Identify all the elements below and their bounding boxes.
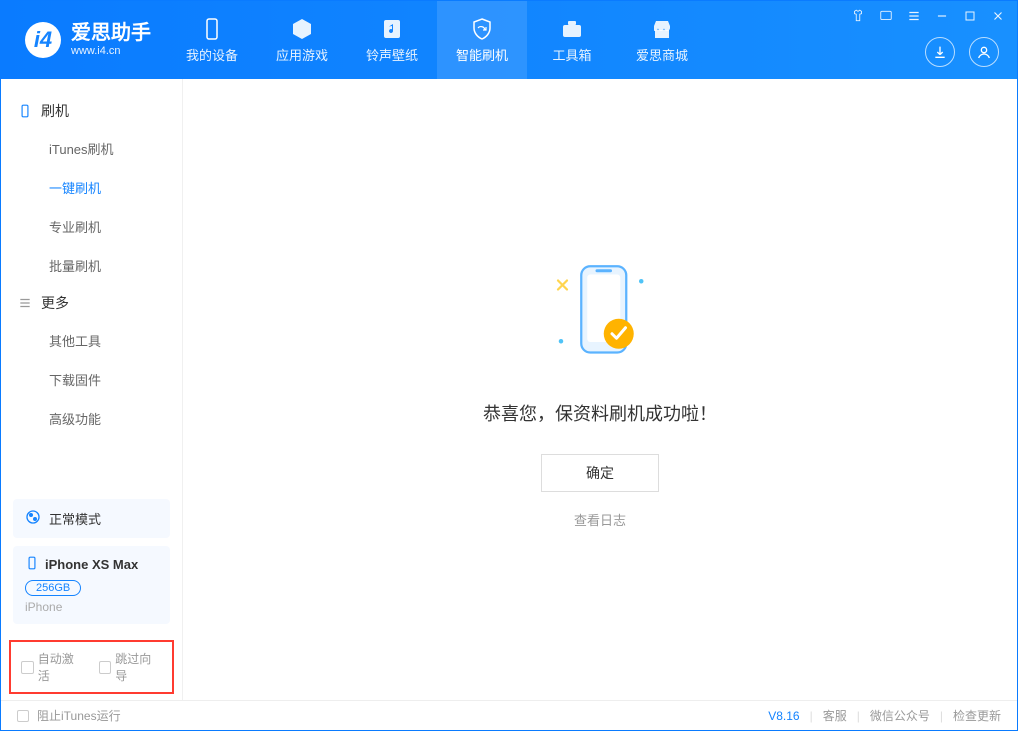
phone-small-icon: [25, 556, 39, 573]
app-subtitle: www.i4.cn: [71, 45, 151, 58]
toolbox-icon: [560, 17, 584, 41]
nav-tab-flash[interactable]: 智能刷机: [437, 1, 527, 79]
checkbox-label: 跳过向导: [115, 650, 162, 684]
version-label: V8.16: [768, 709, 799, 723]
checkbox-label: 自动激活: [38, 650, 85, 684]
device-capacity: 256GB: [25, 580, 81, 596]
sidebar-group-label: 更多: [41, 293, 69, 313]
minimize-button[interactable]: [933, 7, 951, 25]
list-icon: [17, 295, 33, 311]
footer-link-wechat[interactable]: 微信公众号: [870, 707, 930, 724]
sidebar-group-label: 刷机: [41, 101, 69, 121]
device-mode-label: 正常模式: [49, 509, 101, 528]
nav-tab-apps[interactable]: 应用游戏: [257, 1, 347, 79]
checkbox-icon: [17, 710, 29, 722]
app-title: 爱思助手: [71, 21, 151, 45]
nav-label: 智能刷机: [456, 45, 508, 64]
nav-label: 工具箱: [552, 45, 591, 64]
nav-tab-ringtone[interactable]: 铃声壁纸: [347, 1, 437, 79]
mode-icon: [25, 509, 41, 528]
options-highlight-box: 自动激活 跳过向导: [9, 640, 174, 694]
status-bar: 阻止iTunes运行 V8.16 | 客服 | 微信公众号 | 检查更新: [1, 700, 1017, 730]
ok-button[interactable]: 确定: [541, 454, 659, 492]
device-name: iPhone XS Max: [45, 557, 138, 572]
logo-icon: i4: [25, 22, 61, 58]
shirt-icon[interactable]: [849, 7, 867, 25]
nav-tab-device[interactable]: 我的设备: [167, 1, 257, 79]
download-button[interactable]: [925, 37, 955, 67]
close-button[interactable]: [989, 7, 1007, 25]
phone-icon: [200, 17, 224, 41]
app-header: i4 爱思助手 www.i4.cn 我的设备 应用游戏 铃声壁纸 智能刷机 工具…: [1, 1, 1017, 79]
sidebar-item-batch-flash[interactable]: 批量刷机: [1, 246, 182, 285]
sidebar: 刷机 iTunes刷机 一键刷机 专业刷机 批量刷机 更多 其他工具 下载固件 …: [1, 79, 183, 700]
footer-link-update[interactable]: 检查更新: [953, 707, 1001, 724]
device-info-box[interactable]: iPhone XS Max 256GB iPhone: [13, 546, 170, 624]
menu-icon[interactable]: [905, 7, 923, 25]
window-controls: [849, 7, 1007, 25]
checkbox-auto-activate[interactable]: 自动激活: [21, 650, 85, 684]
main-content: 恭喜您，保资料刷机成功啦！ 确定 查看日志: [183, 79, 1017, 700]
sidebar-item-pro-flash[interactable]: 专业刷机: [1, 207, 182, 246]
maximize-button[interactable]: [961, 7, 979, 25]
refresh-shield-icon: [470, 17, 494, 41]
nav-label: 应用游戏: [276, 45, 328, 64]
nav-tabs: 我的设备 应用游戏 铃声壁纸 智能刷机 工具箱 爱思商城: [167, 1, 707, 79]
cube-icon: [290, 17, 314, 41]
checkbox-skip-guide[interactable]: 跳过向导: [99, 650, 163, 684]
header-actions: [925, 37, 999, 67]
footer-link-support[interactable]: 客服: [823, 707, 847, 724]
device-type: iPhone: [25, 600, 158, 614]
sidebar-item-advanced[interactable]: 高级功能: [1, 399, 182, 438]
device-mode-box[interactable]: 正常模式: [13, 499, 170, 538]
sidebar-item-onekey-flash[interactable]: 一键刷机: [1, 168, 182, 207]
sidebar-group-flash: 刷机: [1, 93, 182, 129]
music-icon: [380, 17, 404, 41]
nav-label: 爱思商城: [636, 45, 688, 64]
checkbox-label: 阻止iTunes运行: [37, 707, 121, 724]
view-log-link[interactable]: 查看日志: [574, 510, 626, 529]
nav-tab-toolbox[interactable]: 工具箱: [527, 1, 617, 79]
nav-label: 铃声壁纸: [366, 45, 418, 64]
sidebar-group-more: 更多: [1, 285, 182, 321]
checkbox-icon: [21, 661, 34, 674]
store-icon: [650, 17, 674, 41]
feedback-icon[interactable]: [877, 7, 895, 25]
device-small-icon: [17, 103, 33, 119]
success-message: 恭喜您，保资料刷机成功啦！: [483, 400, 717, 426]
logo-area: i4 爱思助手 www.i4.cn: [1, 21, 167, 58]
nav-tab-store[interactable]: 爱思商城: [617, 1, 707, 79]
checkbox-block-itunes[interactable]: 阻止iTunes运行: [17, 707, 121, 724]
sidebar-item-other-tools[interactable]: 其他工具: [1, 321, 182, 360]
success-illustration: [540, 250, 660, 380]
user-button[interactable]: [969, 37, 999, 67]
checkbox-icon: [99, 661, 112, 674]
sidebar-item-download-firmware[interactable]: 下载固件: [1, 360, 182, 399]
nav-label: 我的设备: [186, 45, 238, 64]
sidebar-item-itunes-flash[interactable]: iTunes刷机: [1, 129, 182, 168]
app-body: 刷机 iTunes刷机 一键刷机 专业刷机 批量刷机 更多 其他工具 下载固件 …: [1, 79, 1017, 700]
